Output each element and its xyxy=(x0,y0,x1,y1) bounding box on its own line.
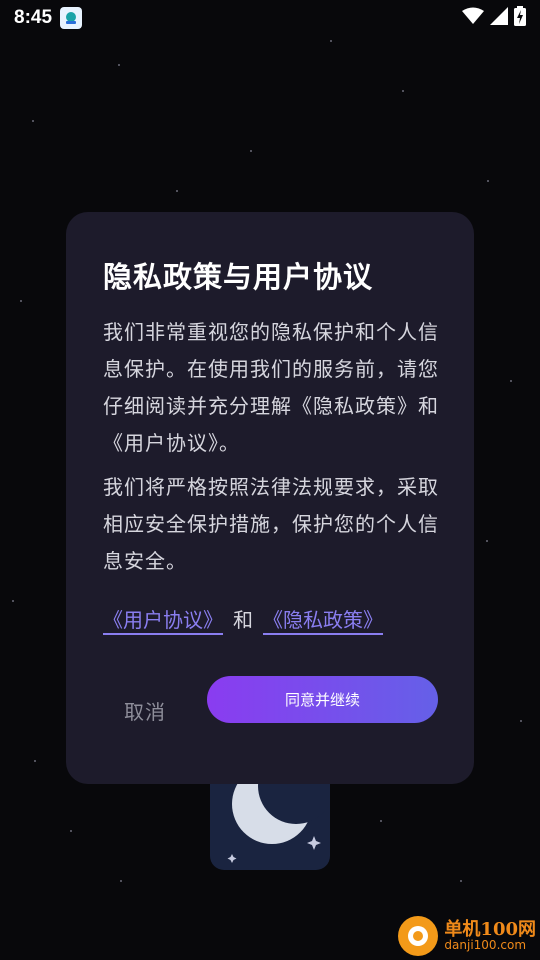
user-agreement-link[interactable]: 《用户协议》 xyxy=(103,604,223,633)
links-separator: 和 xyxy=(233,608,253,632)
agreement-links: 《用户协议》 和 《隐私政策》 xyxy=(103,604,383,633)
watermark: 单机100网 danji100.com xyxy=(398,916,536,956)
privacy-dialog: 隐私政策与用户协议 我们非常重视您的隐私保护和个人信息保护。在使用我们的服务前，… xyxy=(66,212,474,784)
status-bar: 8:45 xyxy=(0,0,540,36)
watermark-logo-icon xyxy=(398,916,439,956)
signal-icon xyxy=(490,7,508,29)
dialog-title: 隐私政策与用户协议 xyxy=(103,260,374,294)
watermark-url: danji100.com xyxy=(444,938,527,953)
battery-charging-icon xyxy=(514,6,526,30)
status-time: 8:45 xyxy=(14,7,53,28)
notification-app-icon xyxy=(60,7,83,29)
dialog-paragraph-1: 我们非常重视您的隐私保护和个人信息保护。在使用我们的服务前，请您仔细阅读并充分理… xyxy=(103,320,439,455)
privacy-policy-link[interactable]: 《隐私政策》 xyxy=(263,604,383,633)
cancel-button[interactable]: 取消 xyxy=(124,696,166,725)
wifi-icon xyxy=(462,7,484,29)
moon-logo-image xyxy=(210,770,330,870)
agree-continue-button[interactable]: 同意并继续 xyxy=(207,676,438,723)
dialog-paragraph-2: 我们将严格按照法律法规要求，采取相应安全保护措施，保护您的个人信息安全。 xyxy=(103,475,439,573)
watermark-name: 单机100网 xyxy=(444,918,536,940)
